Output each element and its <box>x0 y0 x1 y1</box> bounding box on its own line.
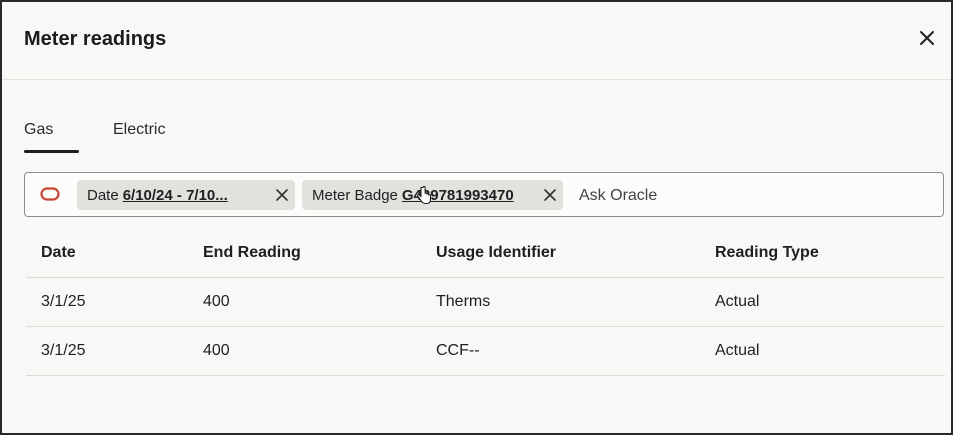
column-header-end-reading[interactable]: End Reading <box>203 228 301 277</box>
filter-chip-date-value[interactable]: 6/10/24 - 7/10... <box>123 187 228 204</box>
filter-chip-meter-badge-value[interactable]: G439781993470 <box>402 187 514 204</box>
remove-date-filter-icon[interactable] <box>275 188 289 202</box>
table-row[interactable]: 3/1/25 400 CCF-- Actual <box>26 327 945 376</box>
meter-readings-dialog: Meter readings Gas Electric Date 6/10/24… <box>0 0 953 435</box>
column-header-usage-identifier[interactable]: Usage Identifier <box>436 228 556 277</box>
table-row[interactable]: 3/1/25 400 Therms Actual <box>26 278 945 327</box>
ask-oracle-input[interactable] <box>577 183 911 209</box>
filter-chip-meter-badge-key: Meter Badge <box>312 186 398 204</box>
cell-date: 3/1/25 <box>41 293 86 310</box>
filter-chip-meter-badge[interactable]: Meter Badge G439781993470 <box>302 180 563 210</box>
filter-chip-date-key: Date <box>87 186 119 204</box>
tab-gas[interactable]: Gas <box>24 116 79 153</box>
cell-reading-type: Actual <box>715 342 760 359</box>
tab-electric[interactable]: Electric <box>113 116 183 153</box>
selected-tab-indicator <box>24 150 79 153</box>
dialog-header: Meter readings <box>2 2 951 80</box>
filter-chip-date[interactable]: Date 6/10/24 - 7/10... <box>77 180 295 210</box>
cell-usage-identifier: CCF-- <box>436 342 480 359</box>
cell-reading-type: Actual <box>715 293 760 310</box>
cell-usage-identifier: Therms <box>436 293 491 310</box>
column-header-reading-type[interactable]: Reading Type <box>715 228 819 277</box>
dialog-title: Meter readings <box>24 28 167 50</box>
meter-readings-table: Date End Reading Usage Identifier Readin… <box>26 228 945 376</box>
cell-end-reading: 400 <box>203 293 230 310</box>
table-header-row: Date End Reading Usage Identifier Readin… <box>26 228 945 278</box>
close-button[interactable] <box>917 28 937 48</box>
tab-electric-label: Electric <box>113 121 166 138</box>
cell-end-reading: 400 <box>203 342 230 359</box>
close-icon <box>920 31 934 45</box>
column-header-date[interactable]: Date <box>41 228 76 277</box>
filter-bar: Date 6/10/24 - 7/10... Meter Badge G4397… <box>24 172 944 217</box>
oracle-logo-icon <box>40 187 60 201</box>
cell-date: 3/1/25 <box>41 342 86 359</box>
tab-gas-label: Gas <box>24 121 54 138</box>
remove-meter-badge-filter-icon[interactable] <box>543 188 557 202</box>
